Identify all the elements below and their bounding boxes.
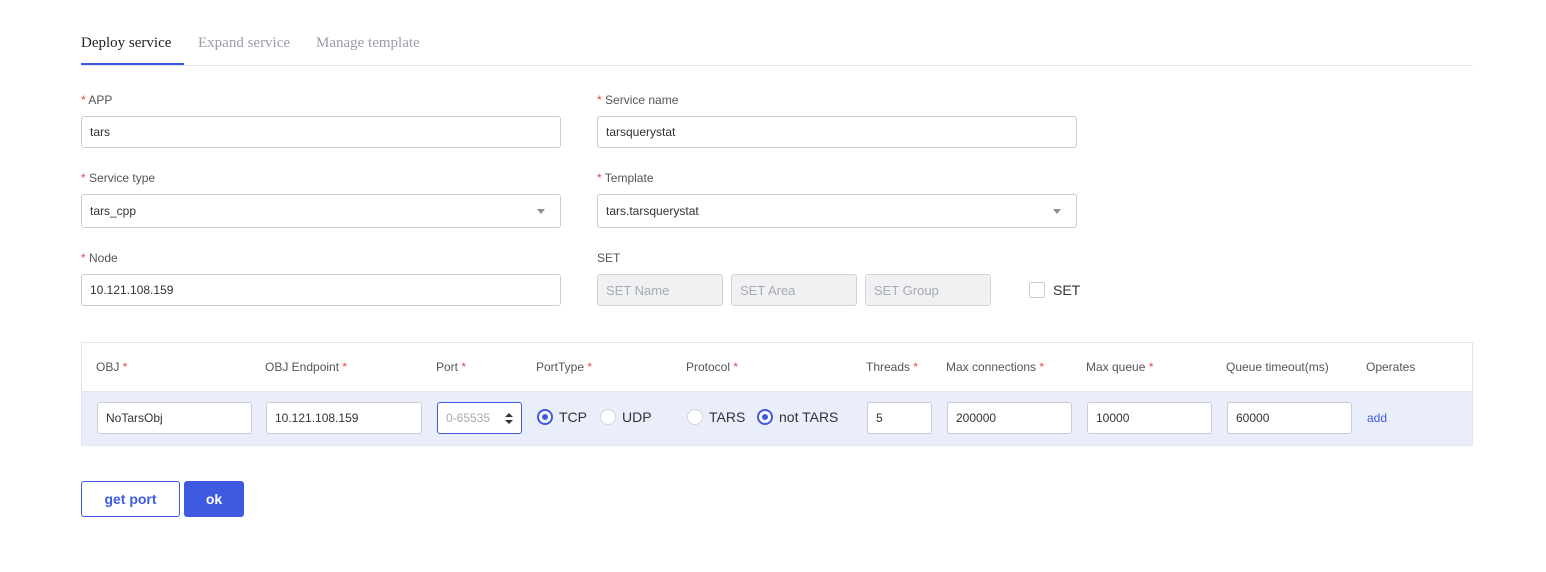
- th-obj-endpoint: OBJ Endpoint *: [265, 360, 348, 374]
- set-label: SET: [597, 251, 621, 265]
- porttype-tcp-radio[interactable]: TCP: [537, 409, 587, 425]
- service-type-select[interactable]: tars_cpp: [81, 194, 561, 228]
- template-label-text: Template: [604, 171, 654, 185]
- protocol-tars-radio[interactable]: TARS: [687, 409, 745, 425]
- tab-manage-template[interactable]: Manage template: [316, 35, 420, 52]
- required-mark: *: [81, 171, 86, 185]
- porttype-udp-radio[interactable]: UDP: [600, 409, 652, 425]
- set-area-input[interactable]: [731, 274, 857, 306]
- protocol-tars-label: TARS: [709, 409, 746, 425]
- template-value: tars.tarsquerystat: [606, 204, 699, 218]
- queue-timeout-input[interactable]: [1227, 402, 1352, 434]
- template-label: * Template: [597, 171, 654, 185]
- th-max-queue: Max queue *: [1086, 360, 1154, 374]
- th-obj: OBJ *: [96, 360, 128, 374]
- service-name-label: * Service name: [597, 93, 678, 107]
- obj-table: OBJ * OBJ Endpoint * Port * PortType * P…: [81, 342, 1473, 446]
- service-type-label-text: Service type: [89, 171, 156, 185]
- node-label: * Node: [81, 251, 118, 265]
- th-queue-timeout: Queue timeout(ms): [1226, 360, 1329, 374]
- protocol-not-tars-label: not TARS: [779, 409, 839, 425]
- ok-button[interactable]: ok: [184, 481, 244, 517]
- service-name-input[interactable]: [597, 116, 1077, 148]
- get-port-button[interactable]: get port: [81, 481, 180, 517]
- porttype-udp-label: UDP: [622, 409, 652, 425]
- table-header: OBJ * OBJ Endpoint * Port * PortType * P…: [82, 343, 1472, 392]
- max-connections-input[interactable]: [947, 402, 1072, 434]
- protocol-not-tars-radio[interactable]: not TARS: [757, 409, 838, 425]
- max-queue-input[interactable]: [1087, 402, 1212, 434]
- app-label: * APP: [81, 93, 112, 107]
- required-mark: *: [81, 251, 86, 265]
- tab-expand-service[interactable]: Expand service: [198, 35, 290, 52]
- radio-unchecked-icon: [687, 409, 703, 425]
- th-port: Port *: [436, 360, 467, 374]
- chevron-down-icon: [537, 209, 545, 214]
- set-group-input[interactable]: [865, 274, 991, 306]
- app-label-text: APP: [88, 93, 113, 107]
- set-name-input[interactable]: [597, 274, 723, 306]
- service-type-label: * Service type: [81, 171, 155, 185]
- node-input[interactable]: [81, 274, 561, 306]
- port-placeholder: 0-65535: [446, 411, 491, 425]
- app-input[interactable]: [81, 116, 561, 148]
- active-tab-indicator: [81, 63, 184, 65]
- th-max-connections: Max connections *: [946, 360, 1045, 374]
- th-threads: Threads *: [866, 360, 919, 374]
- obj-input[interactable]: [97, 402, 252, 434]
- radio-unchecked-icon: [600, 409, 616, 425]
- porttype-tcp-label: TCP: [559, 409, 587, 425]
- tab-bar: Deploy service Expand service Manage tem…: [81, 26, 1473, 66]
- threads-input[interactable]: [867, 402, 932, 434]
- chevron-down-icon: [1053, 209, 1061, 214]
- th-port-type: PortType *: [536, 360, 593, 374]
- node-label-text: Node: [89, 251, 118, 265]
- service-name-label-text: Service name: [605, 93, 679, 107]
- obj-endpoint-input[interactable]: [266, 402, 422, 434]
- table-row: 0-65535 TCP UDP TARS not TARS add: [82, 392, 1472, 445]
- radio-checked-icon: [757, 409, 773, 425]
- radio-checked-icon: [537, 409, 553, 425]
- spinner-icon[interactable]: [505, 413, 513, 425]
- template-select[interactable]: tars.tarsquerystat: [597, 194, 1077, 228]
- set-checkbox-label: SET: [1053, 282, 1081, 298]
- th-operates: Operates: [1366, 360, 1416, 374]
- th-protocol: Protocol *: [686, 360, 739, 374]
- port-input[interactable]: 0-65535: [437, 402, 522, 434]
- required-mark: *: [597, 171, 602, 185]
- add-link[interactable]: add: [1367, 411, 1387, 425]
- required-mark: *: [597, 93, 602, 107]
- required-mark: *: [81, 93, 86, 107]
- set-checkbox[interactable]: [1029, 282, 1045, 298]
- tab-deploy-service[interactable]: Deploy service: [81, 35, 171, 52]
- service-type-value: tars_cpp: [90, 204, 137, 218]
